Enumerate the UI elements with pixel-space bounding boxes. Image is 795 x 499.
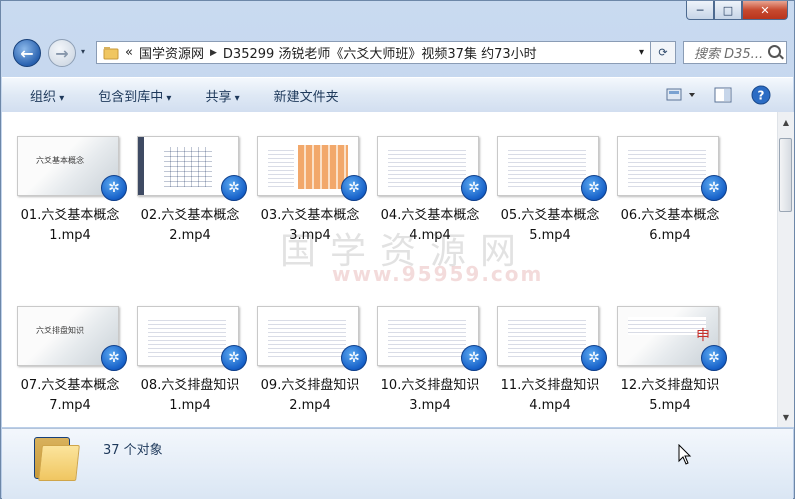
vertical-scrollbar[interactable]: ▲ ▼ bbox=[777, 112, 794, 427]
folder-icon-large bbox=[34, 435, 80, 481]
media-player-badge-icon: ✲ bbox=[581, 345, 607, 371]
file-item[interactable]: 六爻基本概念 ✲ 01.六爻基本概念 1.mp4 bbox=[12, 112, 128, 243]
media-player-badge-icon: ✲ bbox=[221, 175, 247, 201]
file-item[interactable]: ✲ 09.六爻排盘知识 2.mp4 bbox=[252, 282, 368, 413]
maximize-button[interactable]: □ bbox=[714, 1, 742, 20]
help-icon[interactable]: ? bbox=[751, 85, 771, 105]
breadcrumb-overflow[interactable]: « bbox=[125, 45, 133, 60]
file-name: 12.六爻排盘知识 5.mp4 bbox=[620, 378, 720, 413]
file-item[interactable]: ✲ 06.六爻基本概念 6.mp4 bbox=[612, 112, 728, 243]
preview-pane-icon[interactable] bbox=[713, 86, 733, 104]
share-menu[interactable]: 共享 bbox=[185, 86, 253, 105]
file-item[interactable]: ✲ 11.六爻排盘知识 4.mp4 bbox=[492, 282, 608, 413]
file-item[interactable]: ✲ 08.六爻排盘知识 1.mp4 bbox=[132, 282, 248, 413]
back-button[interactable]: ← bbox=[13, 39, 41, 67]
forward-button[interactable]: → bbox=[48, 39, 76, 67]
file-name: 11.六爻排盘知识 4.mp4 bbox=[500, 378, 600, 413]
details-pane: 37 个对象 bbox=[2, 428, 793, 499]
caption-buttons: ─ □ ✕ bbox=[686, 1, 788, 20]
scroll-up-icon[interactable]: ▲ bbox=[778, 114, 794, 130]
recent-pages-dropdown[interactable]: ▾ bbox=[81, 47, 91, 57]
file-item[interactable]: ✲ 02.六爻基本概念 2.mp4 bbox=[132, 112, 248, 243]
file-name: 09.六爻排盘知识 2.mp4 bbox=[260, 378, 360, 413]
file-list: 国学资源网 www.95959.com 六爻基本概念 ✲ 01.六爻基本概念 1.mp… bbox=[2, 112, 777, 427]
address-bar[interactable]: « 国学资源网 ▶ D35299 汤锐老师《六爻大师班》视频37集 约73小时 … bbox=[96, 41, 651, 64]
search-icon[interactable] bbox=[768, 45, 781, 58]
back-arrow-icon: ← bbox=[20, 43, 34, 63]
new-folder-button[interactable]: 新建文件夹 bbox=[254, 86, 353, 105]
forward-arrow-icon: → bbox=[55, 43, 69, 63]
address-dropdown-icon[interactable]: ▾ bbox=[639, 47, 644, 58]
scroll-down-icon[interactable]: ▼ bbox=[778, 409, 794, 425]
media-player-badge-icon: ✲ bbox=[701, 345, 727, 371]
file-item[interactable]: ✲ 03.六爻基本概念 3.mp4 bbox=[252, 112, 368, 243]
object-count: 37 个对象 bbox=[103, 443, 163, 458]
command-bar: 组织 包含到库中 共享 新建文件夹 ? bbox=[2, 77, 793, 113]
file-name: 07.六爻基本概念 7.mp4 bbox=[20, 378, 120, 413]
file-item[interactable]: ✲ 10.六爻排盘知识 3.mp4 bbox=[372, 282, 488, 413]
media-player-badge-icon: ✲ bbox=[101, 345, 127, 371]
media-player-badge-icon: ✲ bbox=[221, 345, 247, 371]
scroll-thumb[interactable] bbox=[779, 138, 792, 212]
media-player-badge-icon: ✲ bbox=[581, 175, 607, 201]
close-button[interactable]: ✕ bbox=[742, 1, 788, 20]
file-name: 03.六爻基本概念 3.mp4 bbox=[260, 208, 360, 243]
file-name: 08.六爻排盘知识 1.mp4 bbox=[140, 378, 240, 413]
search-input[interactable]: 搜索 D35... bbox=[683, 41, 787, 64]
search-placeholder: 搜索 D35... bbox=[694, 47, 764, 62]
svg-text:?: ? bbox=[758, 89, 765, 103]
media-player-badge-icon: ✲ bbox=[461, 345, 487, 371]
media-player-badge-icon: ✲ bbox=[701, 175, 727, 201]
file-item[interactable]: ✲ 05.六爻基本概念 5.mp4 bbox=[492, 112, 608, 243]
file-name: 01.六爻基本概念 1.mp4 bbox=[20, 208, 120, 243]
file-item[interactable]: 申 ✲ 12.六爻排盘知识 5.mp4 bbox=[612, 282, 728, 413]
file-item[interactable]: 六爻排盘知识 ✲ 07.六爻基本概念 7.mp4 bbox=[12, 282, 128, 413]
navigation-bar: ← → ▾ « 国学资源网 ▶ D35299 汤锐老师《六爻大师班》视频37集 … bbox=[1, 35, 794, 71]
media-player-badge-icon: ✲ bbox=[461, 175, 487, 201]
media-player-badge-icon: ✲ bbox=[341, 345, 367, 371]
file-name: 06.六爻基本概念 6.mp4 bbox=[620, 208, 720, 243]
folder-icon bbox=[103, 46, 119, 59]
breadcrumb-item[interactable]: 国学资源网 bbox=[139, 43, 204, 62]
media-player-badge-icon: ✲ bbox=[101, 175, 127, 201]
refresh-icon: ⟳ bbox=[658, 46, 668, 59]
mouse-cursor-icon bbox=[678, 444, 692, 465]
media-player-badge-icon: ✲ bbox=[341, 175, 367, 201]
file-item[interactable]: ✲ 04.六爻基本概念 4.mp4 bbox=[372, 112, 488, 243]
view-controls: ? bbox=[665, 78, 793, 112]
organize-menu[interactable]: 组织 bbox=[2, 86, 78, 105]
minimize-button[interactable]: ─ bbox=[686, 1, 714, 20]
include-in-library-menu[interactable]: 包含到库中 bbox=[78, 86, 185, 105]
change-view-icon[interactable] bbox=[665, 87, 699, 103]
breadcrumb-item-current[interactable]: D35299 汤锐老师《六爻大师班》视频37集 约73小时 bbox=[223, 43, 537, 62]
refresh-button[interactable]: ⟳ bbox=[651, 41, 676, 64]
file-name: 04.六爻基本概念 4.mp4 bbox=[380, 208, 480, 243]
explorer-window: ─ □ ✕ ← → ▾ « 国学资源网 ▶ D35299 汤锐老师《六爻大师班》… bbox=[0, 0, 795, 499]
file-name: 02.六爻基本概念 2.mp4 bbox=[140, 208, 240, 243]
breadcrumb-separator-icon[interactable]: ▶ bbox=[210, 48, 217, 58]
file-name: 05.六爻基本概念 5.mp4 bbox=[500, 208, 600, 243]
file-name: 10.六爻排盘知识 3.mp4 bbox=[380, 378, 480, 413]
